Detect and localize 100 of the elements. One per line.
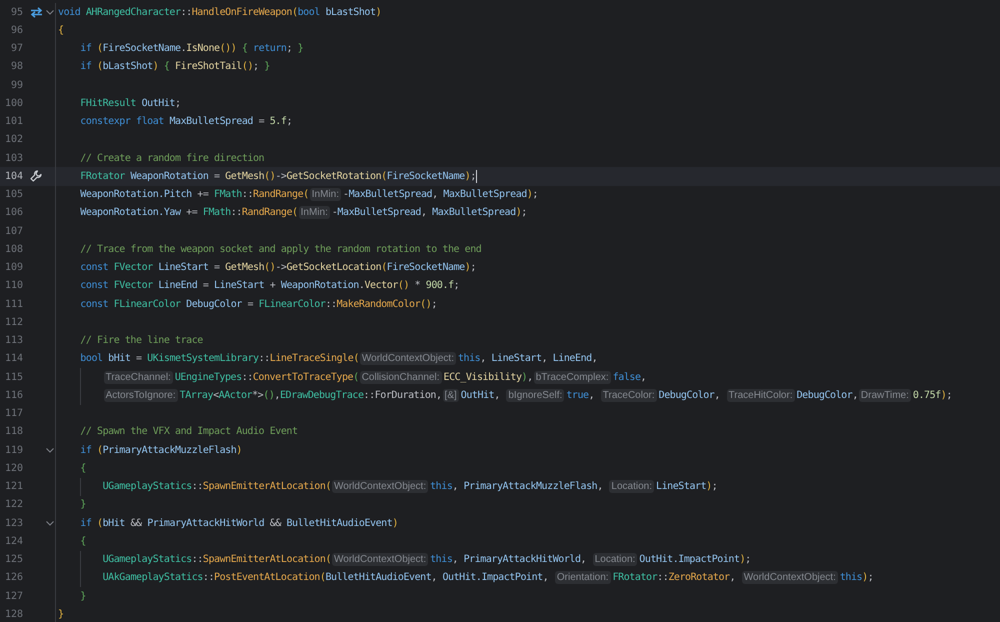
bracket: ( xyxy=(320,572,326,584)
bracket: ( xyxy=(97,444,103,456)
punctuation: , xyxy=(494,390,501,401)
type-name: FMath xyxy=(202,207,231,218)
function-name: SpawnEmitterAtLocation xyxy=(202,481,326,492)
bracket: ( xyxy=(97,518,103,529)
line-number: 101 xyxy=(4,116,23,128)
parameter-hint: TraceHitColor: xyxy=(726,388,795,402)
parameter-hint: Orientation: xyxy=(554,571,611,584)
punctuation: = xyxy=(202,280,210,292)
type-name: FVector xyxy=(114,280,154,292)
bracket: ( xyxy=(97,61,103,72)
line-number: 108 xyxy=(4,244,23,255)
bracket: () xyxy=(398,280,410,292)
punctuation: ; xyxy=(454,280,460,292)
line-number: 96 xyxy=(10,24,23,36)
fold-chevron-icon[interactable] xyxy=(46,10,54,15)
bracket: ( xyxy=(303,189,309,200)
line-number: 124 xyxy=(4,536,23,547)
parameter-hint: TraceChannel: xyxy=(104,370,173,384)
fold-chevron-icon[interactable] xyxy=(46,448,54,453)
punctuation: = xyxy=(246,298,254,310)
bracket: ( xyxy=(325,481,332,492)
punctuation: ::ForDuration, xyxy=(364,390,442,401)
parameter-hint: TraceColor: xyxy=(600,388,657,402)
code-comment: // Trace from the weapon socket and apply the random rotation to the end xyxy=(80,244,482,255)
parameter-hint: CollisionChannel: xyxy=(360,370,442,384)
keyword: if xyxy=(80,43,92,54)
number-literal: 900.f xyxy=(426,280,454,292)
function-name: ConvertToTraceType xyxy=(252,372,354,383)
punctuation: ; xyxy=(712,481,718,492)
punctuation: :: xyxy=(230,207,242,218)
line-number: 120 xyxy=(4,462,23,474)
bracket: ( xyxy=(97,43,103,54)
punctuation: += xyxy=(185,207,198,218)
bracket: ( xyxy=(353,353,359,364)
identifier: WeaponRotation xyxy=(130,170,208,182)
parameter-hint: WorldContextObject: xyxy=(332,480,428,494)
punctuation: :: xyxy=(192,481,203,492)
punctuation: && xyxy=(268,518,282,529)
bracket: ) xyxy=(152,61,158,72)
identifier: PrimaryAttackHitWorld xyxy=(147,518,264,529)
punctuation: - xyxy=(342,189,349,200)
punctuation: ; xyxy=(745,554,751,566)
identifier: DebugColor xyxy=(186,298,242,310)
identifier: MaxBulletSpread xyxy=(169,116,253,128)
identifier: LineStart xyxy=(491,353,542,364)
punctuation: < xyxy=(213,390,219,401)
line-number: 100 xyxy=(4,98,23,109)
line-number: 113 xyxy=(4,335,23,346)
line-number: 97 xyxy=(10,43,23,54)
punctuation: , xyxy=(597,481,604,492)
line-number: 125 xyxy=(4,554,23,566)
brace: ) xyxy=(522,372,528,383)
keyword: if xyxy=(80,518,92,529)
identifier: LineStart xyxy=(158,262,208,274)
keyword: this xyxy=(840,572,862,584)
punctuation: , xyxy=(274,390,280,401)
line-number: 104 xyxy=(4,170,23,182)
punctuation: , xyxy=(432,189,439,200)
punctuation: , xyxy=(714,390,721,401)
keyword: return xyxy=(253,43,286,54)
line-number: 115 xyxy=(4,372,23,383)
parameter-hint: InMin: xyxy=(298,206,330,220)
punctuation: , xyxy=(431,572,438,584)
punctuation: :: xyxy=(325,298,337,310)
line-number: 122 xyxy=(4,499,23,510)
parameter-hint: ActorsToIgnore: xyxy=(104,388,178,402)
identifier: MaxBulletSpread xyxy=(443,189,527,200)
bracket: ( xyxy=(381,170,387,182)
type-name: AActor xyxy=(218,390,252,401)
punctuation: ; xyxy=(946,390,952,401)
parameter-hint: WorldContextObject: xyxy=(742,571,838,584)
line-number: 117 xyxy=(4,408,23,420)
brace: } xyxy=(80,590,86,602)
punctuation: += xyxy=(196,189,210,200)
type-name: FLinearColor xyxy=(114,298,182,310)
bracket: ( xyxy=(325,554,332,566)
punctuation: ; xyxy=(286,116,292,128)
method-name: GetSocketRotation xyxy=(286,170,382,182)
line-number: 116 xyxy=(4,390,23,401)
keyword: constexpr float xyxy=(80,116,165,128)
punctuation: = xyxy=(213,170,221,182)
bracket: ( xyxy=(292,207,298,218)
punctuation: :: xyxy=(192,554,203,566)
punctuation: - xyxy=(332,207,338,218)
punctuation: = xyxy=(213,262,221,274)
parameter-hint: InMin: xyxy=(310,188,341,202)
type-name: UAkGameplayStatics xyxy=(102,572,203,584)
brace: } xyxy=(80,499,86,510)
fold-chevron-icon[interactable] xyxy=(46,520,54,526)
identifier: bLastShot xyxy=(325,6,376,18)
punctuation: :: xyxy=(242,372,253,383)
line-number: 121 xyxy=(4,481,23,492)
punctuation: ; xyxy=(868,572,874,584)
line-number: 99 xyxy=(10,80,23,91)
punctuation: , xyxy=(542,572,550,584)
swap-arrows-icon[interactable] xyxy=(30,6,42,18)
wrench-icon[interactable] xyxy=(30,170,42,182)
punctuation: . xyxy=(180,43,186,54)
